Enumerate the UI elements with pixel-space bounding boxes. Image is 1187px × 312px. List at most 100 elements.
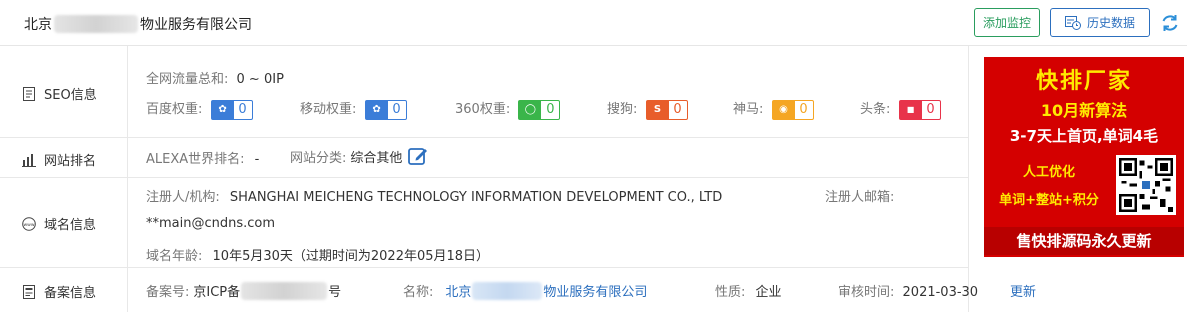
mobile-paw-icon: ✿: [365, 100, 388, 119]
alexa-rank: ALEXA世界排名: -: [146, 148, 259, 167]
shenma-weight-label: 神马:: [733, 102, 764, 117]
360-weight-badge[interactable]: ◯ 0: [518, 99, 561, 120]
baidu-paw-icon: ✿: [211, 100, 234, 119]
ad-line-5: 单词+整站+积分: [999, 193, 1099, 208]
company-name-suffix: 物业服务有限公司: [140, 17, 252, 33]
domain-label-text: 域名信息: [44, 218, 97, 233]
ad-line-3: 3-7天上首页,单词4毛: [1009, 127, 1159, 145]
sogou-weight-badge[interactable]: S 0: [645, 99, 688, 120]
icp-number-label: 备案号:: [146, 285, 190, 300]
icp-number-prefix: 京ICP备: [193, 285, 241, 300]
toutiao-weight-badge[interactable]: ■ 0: [898, 99, 941, 120]
icp-audit-time: 审核时间: 2021-03-30: [838, 281, 978, 300]
divider: [127, 46, 128, 312]
domain-age: 域名年龄: 10年5月30天（过期时间为2022年05月18日）: [146, 245, 489, 264]
registrant-email-label-wrap: 注册人邮箱:: [825, 186, 894, 205]
seo-label-text: SEO信息: [44, 88, 97, 103]
icp-number-suffix: 号: [328, 285, 342, 300]
update-link[interactable]: 更新: [1010, 281, 1036, 300]
redacted-blur: [54, 15, 138, 33]
mobile-weight-badge[interactable]: ✿ 0: [364, 99, 407, 120]
header-bar: 北京 物业服务有限公司 添加监控 历史数据: [0, 0, 1187, 46]
toutiao-logo-icon: ■: [899, 100, 922, 119]
360-logo-icon: ◯: [519, 100, 542, 119]
history-data-label: 历史数据: [1086, 16, 1135, 30]
sogou-weight-value: 0: [673, 101, 682, 117]
qr-code-icon: [1116, 155, 1176, 215]
info-panel: SEO信息 全网流量总和: 0 ~ 0IP 百度权重: ✿ 0 移动权重: ✿ …: [0, 46, 1187, 312]
sogou-weight: 搜狗: S 0: [607, 98, 688, 120]
ad-line-2: 10月新算法: [1040, 101, 1128, 120]
email-value: **main@cndns.com: [146, 216, 276, 231]
record-icon: [23, 284, 35, 299]
mobile-weight-label: 移动权重:: [300, 102, 357, 117]
history-icon: [1064, 15, 1081, 30]
company-name-prefix: 北京: [24, 17, 52, 33]
icp-name-link[interactable]: 北京 物业服务有限公司: [445, 281, 647, 300]
mobile-weight: 移动权重: ✿ 0: [300, 98, 407, 120]
ad-line-6: 售快排源码永久更新: [984, 227, 1184, 255]
domain-section-label: www 域名信息: [22, 214, 96, 233]
rank-label-text: 网站排名: [44, 154, 97, 169]
360-weight-label: 360权重:: [455, 102, 511, 117]
rank-section-label: 网站排名: [22, 150, 96, 169]
audit-value: 2021-03-30: [902, 285, 979, 300]
baidu-weight-badge[interactable]: ✿ 0: [210, 99, 253, 120]
nature-label: 性质:: [715, 285, 746, 300]
age-value: 10年5月30天（过期时间为2022年05月18日）: [212, 249, 490, 264]
baidu-weight-label: 百度权重:: [146, 102, 203, 117]
alexa-value: -: [254, 152, 260, 167]
icp-name-suffix: 物业服务有限公司: [543, 285, 648, 300]
registrant-label: 注册人/机构:: [146, 190, 220, 205]
baidu-weight-value: 0: [238, 101, 247, 117]
svg-text:www: www: [23, 223, 34, 228]
refresh-icon[interactable]: [1160, 13, 1180, 33]
toutiao-weight: 头条: ■ 0: [860, 98, 941, 120]
shenma-logo-icon: ◉: [772, 100, 795, 119]
edit-icon[interactable]: [408, 146, 428, 166]
email-label: 注册人邮箱:: [825, 190, 895, 205]
360-weight-value: 0: [546, 101, 555, 117]
category-value: 综合其他: [350, 150, 403, 166]
icp-section-label: 备案信息: [22, 282, 96, 301]
site-category: 网站分类: 综合其他: [290, 146, 428, 166]
icp-number: 备案号: 京ICP备 号: [146, 281, 341, 300]
ad-banner[interactable]: 快排厂家 10月新算法 3-7天上首页,单词4毛 人工优化 单词+整站+积分 售…: [984, 57, 1184, 257]
icp-label-text: 备案信息: [44, 286, 97, 301]
seo-section-label: SEO信息: [22, 84, 97, 103]
bar-chart-icon: [22, 153, 36, 167]
registrant-value: SHANGHAI MEICHENG TECHNOLOGY INFORMATION…: [229, 190, 723, 205]
shenma-weight-value: 0: [799, 101, 808, 117]
toutiao-weight-value: 0: [926, 101, 935, 117]
divider: [0, 177, 968, 178]
www-globe-icon: www: [22, 216, 36, 231]
add-monitor-button[interactable]: 添加监控: [974, 8, 1040, 37]
shenma-weight-badge[interactable]: ◉ 0: [771, 99, 814, 120]
traffic-value: 0 ~ 0IP: [236, 72, 284, 87]
ad-line-4: 人工优化: [1022, 165, 1075, 180]
registrant-email: **main@cndns.com: [146, 216, 275, 231]
history-data-button[interactable]: 历史数据: [1050, 8, 1150, 37]
divider: [968, 46, 969, 312]
icp-name-prefix: 北京: [445, 285, 472, 300]
shenma-weight: 神马: ◉ 0: [733, 98, 814, 120]
age-label: 域名年龄:: [146, 249, 203, 264]
360-weight: 360权重: ◯ 0: [455, 98, 561, 120]
nature-value: 企业: [755, 285, 782, 300]
company-name: 北京 物业服务有限公司: [24, 14, 252, 34]
sogou-logo-icon: S: [646, 100, 669, 119]
ad-line-1: 快排厂家: [1035, 69, 1132, 94]
alexa-label: ALEXA世界排名:: [146, 152, 245, 167]
divider: [0, 267, 968, 268]
mobile-weight-value: 0: [392, 101, 401, 117]
divider: [0, 137, 968, 138]
traffic-total: 全网流量总和: 0 ~ 0IP: [146, 68, 284, 87]
audit-label: 审核时间:: [838, 285, 895, 300]
baidu-weight: 百度权重: ✿ 0: [146, 98, 253, 120]
document-icon: [23, 86, 35, 101]
registrant: 注册人/机构: SHANGHAI MEICHENG TECHNOLOGY INF…: [146, 186, 722, 205]
traffic-label: 全网流量总和:: [146, 72, 229, 87]
category-label: 网站分类:: [290, 150, 347, 166]
icp-nature: 性质: 企业: [715, 281, 782, 300]
icp-name-label: 名称:: [403, 285, 434, 300]
